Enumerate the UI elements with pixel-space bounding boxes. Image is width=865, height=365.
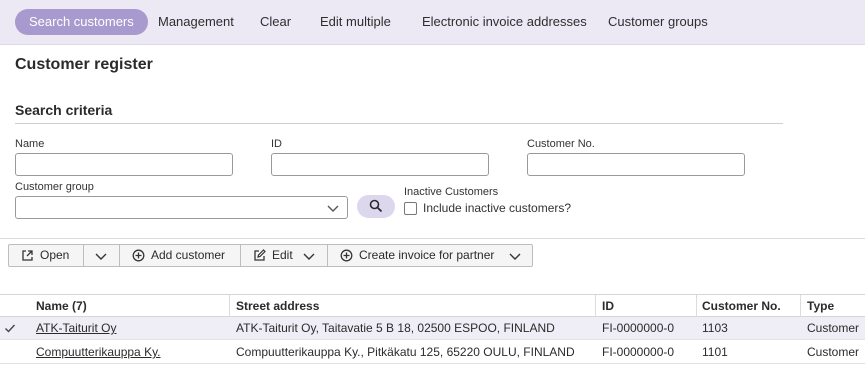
table-header: Name (7) Street address ID Customer No. … (0, 294, 865, 317)
tab-edit-multiple[interactable]: Edit multiple (320, 9, 391, 35)
section-divider (15, 123, 783, 124)
include-inactive-label: Include inactive customers? (423, 201, 572, 215)
customer-name-link[interactable]: ATK-Taiturit Oy (36, 321, 116, 335)
column-separator[interactable] (696, 295, 697, 317)
open-button[interactable]: Open (9, 245, 83, 266)
id-label: ID (271, 138, 282, 150)
type-cell: Customer (807, 321, 860, 335)
type-cell: Customer (807, 345, 860, 359)
create-invoice-button[interactable]: Create invoice for partner (328, 245, 533, 266)
edit-button[interactable]: Edit (241, 245, 327, 266)
chevron-down-icon (303, 253, 315, 260)
open-label: Open (40, 248, 70, 262)
add-circle-icon (132, 249, 145, 262)
include-inactive-checkbox[interactable] (404, 202, 417, 215)
column-separator[interactable] (595, 295, 596, 317)
column-separator[interactable] (229, 295, 230, 317)
add-customer-button[interactable]: Add customer (120, 245, 240, 266)
table-row[interactable]: ATK-Taiturit Oy ATK-Taiturit Oy, Taitava… (0, 317, 865, 340)
customer-name-link[interactable]: Compuutterikauppa Ky. (36, 345, 161, 359)
customer-group-select[interactable] (15, 196, 348, 219)
chevron-down-icon (327, 205, 339, 212)
tab-electronic-invoice-addresses[interactable]: Electronic invoice addresses (422, 9, 587, 35)
customer-no-label: Customer No. (527, 138, 595, 150)
id-cell: FI-0000000-0 (602, 345, 675, 359)
open-dropdown-button[interactable] (84, 245, 119, 266)
top-navigation: Search customers Management Clear Edit m… (0, 0, 865, 45)
add-circle-icon (340, 249, 353, 262)
chevron-down-icon (95, 253, 107, 260)
create-invoice-label: Create invoice for partner (359, 248, 495, 262)
column-header-name[interactable]: Name (7) (36, 299, 87, 313)
name-label: Name (15, 138, 45, 150)
column-separator[interactable] (800, 295, 801, 317)
inactive-customers-label: Inactive Customers (404, 186, 499, 198)
chevron-down-icon (509, 253, 521, 260)
tab-clear[interactable]: Clear (260, 9, 291, 35)
search-icon (369, 199, 383, 213)
checkmark-icon (5, 324, 16, 333)
street-address-cell: Compuutterikauppa Ky., Pitkäkatu 125, 65… (236, 345, 575, 359)
column-header-street-address[interactable]: Street address (236, 299, 319, 313)
tab-management[interactable]: Management (158, 9, 234, 35)
search-criteria-heading: Search criteria (15, 102, 113, 118)
customer-no-input[interactable] (527, 153, 745, 176)
add-customer-label: Add customer (151, 248, 226, 262)
table-row[interactable]: Compuutterikauppa Ky. Compuutterikauppa … (0, 341, 865, 364)
column-header-customer-no[interactable]: Customer No. (702, 299, 781, 313)
edit-icon (254, 249, 266, 261)
content-divider (0, 238, 865, 239)
street-address-cell: ATK-Taiturit Oy, Taitavatie 5 B 18, 0250… (236, 321, 555, 335)
tab-search-customers[interactable]: Search customers (15, 9, 148, 35)
edit-label: Edit (272, 248, 293, 262)
search-button[interactable] (357, 195, 395, 218)
customer-no-cell: 1101 (702, 345, 728, 359)
id-cell: FI-0000000-0 (602, 321, 675, 335)
column-header-type[interactable]: Type (807, 299, 834, 313)
page-title: Customer register (15, 56, 153, 73)
open-external-icon (22, 250, 33, 261)
action-toolbar: Open Add customer Edit Create invoice fo… (8, 244, 533, 267)
customer-no-cell: 1103 (702, 321, 728, 335)
id-input[interactable] (271, 153, 489, 176)
column-header-id[interactable]: ID (602, 299, 614, 313)
tab-customer-groups[interactable]: Customer groups (608, 9, 708, 35)
name-input[interactable] (15, 153, 233, 176)
customer-group-label: Customer group (15, 181, 94, 193)
